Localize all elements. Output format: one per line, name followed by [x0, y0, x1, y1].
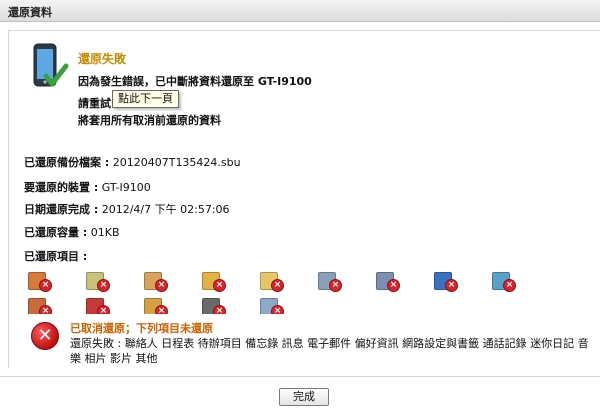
calendar-icon: ×	[86, 270, 114, 294]
failed-badge-icon: ×	[329, 279, 342, 292]
footer-divider	[0, 376, 600, 377]
contacts-icon: ×	[28, 270, 56, 294]
memo-icon: ×	[202, 270, 230, 294]
status-message-error: 因為發生錯誤，已中斷將資料還原至 GT-I9100	[78, 75, 312, 88]
error-detail: 還原失敗 : 聯絡人 日程表 待辦項目 備忘錄 訊息 電子郵件 偏好資訊 網路設…	[70, 337, 589, 365]
date-row: 日期還原完成 : 2012/4/7 下午 02:57:06	[24, 201, 230, 217]
backup-file-row: 已還原備份檔案 : 20120407T135424.sbu	[24, 154, 241, 170]
call-log-icon: ×	[492, 270, 520, 294]
size-value: 01KB	[87, 226, 120, 239]
phone-check-icon	[33, 43, 69, 87]
error-panel: ✕ 已取消還原；下列項目未還原 還原失敗 : 聯絡人 日程表 待辦項目 備忘錄 …	[24, 314, 600, 368]
failed-badge-icon: ×	[39, 279, 52, 292]
restore-window: 還原資料 還原失敗 因為發生錯誤，已中斷將資料還原至 GT-I9100 請重試 …	[0, 0, 600, 414]
failed-badge-icon: ×	[445, 279, 458, 292]
title-bar: 還原資料	[0, 0, 600, 22]
failed-badge-icon: ×	[213, 279, 226, 292]
error-title: 已取消還原；下列項目未還原	[70, 322, 213, 335]
network-icon: ×	[434, 270, 462, 294]
failed-badge-icon: ×	[271, 279, 284, 292]
status-title: 還原失敗	[78, 52, 127, 66]
preferences-icon: ×	[376, 270, 404, 294]
status-message-applied: 將套用所有取消前還原的資料	[78, 114, 221, 127]
items-label: 已還原項目 :	[24, 250, 88, 263]
device-label: 要還原的裝置 :	[24, 181, 99, 194]
backup-file-value: 20120407T135424.sbu	[109, 156, 241, 169]
done-button[interactable]: 完成	[279, 388, 329, 406]
category-row-1: × × × × × × × × ×	[24, 270, 584, 294]
failed-badge-icon: ×	[387, 279, 400, 292]
error-x-icon: ✕	[31, 322, 59, 350]
status-message-retry: 請重試	[78, 97, 111, 110]
tasks-icon: ×	[144, 270, 172, 294]
size-row: 已還原容量 : 01KB	[24, 224, 120, 240]
date-label: 日期還原完成 :	[24, 203, 99, 216]
failed-badge-icon: ×	[155, 279, 168, 292]
backup-file-label: 已還原備份檔案 :	[24, 156, 110, 169]
device-row: 要還原的裝置 : GT-I9100	[24, 179, 151, 195]
failed-badge-icon: ×	[503, 279, 516, 292]
device-value: GT-I9100	[98, 181, 151, 194]
size-label: 已還原容量 :	[24, 226, 88, 239]
date-value: 2012/4/7 下午 02:57:06	[98, 203, 230, 216]
failed-badge-icon: ×	[97, 279, 110, 292]
window-title: 還原資料	[8, 6, 52, 19]
email-icon: ×	[318, 270, 346, 294]
items-row: 已還原項目 :	[24, 248, 87, 264]
message-icon: ×	[260, 270, 288, 294]
next-page-tooltip: 點此下一頁	[112, 90, 179, 108]
